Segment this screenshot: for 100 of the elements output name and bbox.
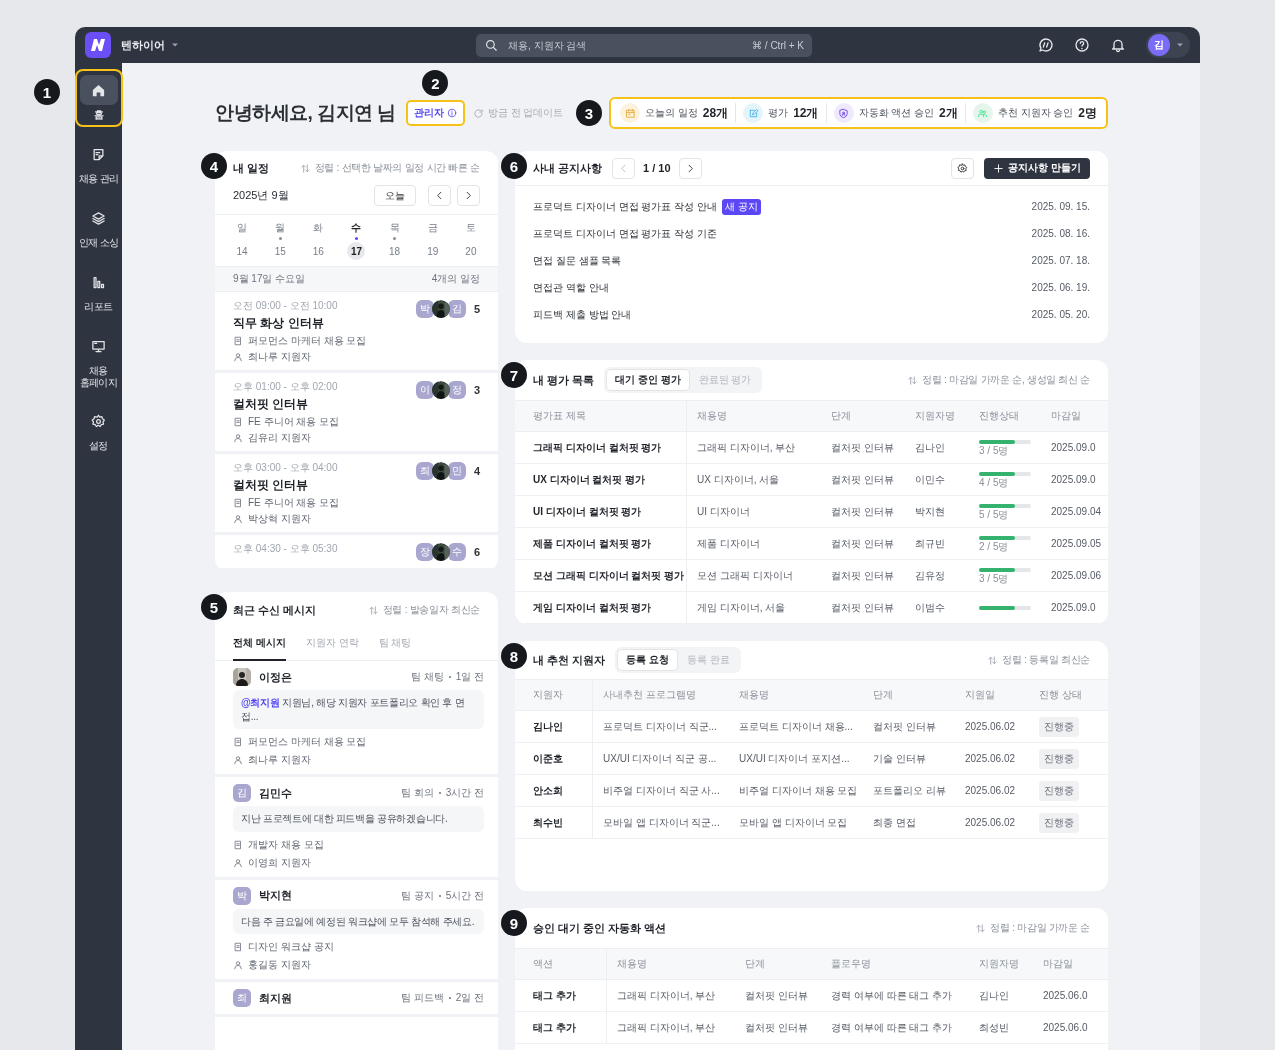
table-cell[interactable]: 모션 그래픽 디자이너 컬처핏 평가 xyxy=(515,560,687,592)
table-cell[interactable]: 안소희 xyxy=(515,775,593,807)
table-cell[interactable]: 김나인 xyxy=(515,711,593,743)
notice-title[interactable]: 프로덕트 디자이너 면접 평가표 작성 안내 xyxy=(533,199,717,214)
callout-number: 4 xyxy=(201,153,227,179)
event-title[interactable]: 컬처핏 인터뷰 xyxy=(233,396,416,413)
avatar: 민 xyxy=(447,462,466,480)
table-cell: 최규빈 xyxy=(905,528,969,560)
calendar-day[interactable]: 20 xyxy=(461,242,480,260)
table-cell[interactable]: 그래픽 디자이너 컬처핏 평가 xyxy=(515,432,687,464)
sidebar-item[interactable]: 채용 관리 xyxy=(75,133,123,191)
settings-icon xyxy=(91,413,106,429)
notification-button[interactable] xyxy=(1110,37,1126,53)
status-badge: 진행중 xyxy=(1039,780,1079,801)
logo-icon[interactable] xyxy=(85,32,111,58)
table-cell: 김유정 xyxy=(905,560,969,592)
callout-number: 8 xyxy=(501,643,527,669)
sender-name: 이정은 xyxy=(259,669,292,685)
sidebar-item[interactable]: 리포트 xyxy=(75,261,123,319)
calendar-day[interactable]: 17 xyxy=(347,242,366,260)
table-cell: 2025.09.04 xyxy=(1041,496,1108,528)
chat-button[interactable] xyxy=(1038,37,1054,53)
sort-label: 정렬 : 발송일자 최신순 xyxy=(382,603,480,617)
stat-label: 평가 xyxy=(768,106,789,120)
event-title[interactable]: 컬처핏 인터뷰 xyxy=(233,477,416,494)
table-cell[interactable]: UX 디자이너 컬처핏 평가 xyxy=(515,464,687,496)
settings-button[interactable] xyxy=(951,157,975,179)
table-cell: 포트폴리오 리뷰 xyxy=(863,775,955,807)
table-cell[interactable]: 태그 추가 xyxy=(515,980,607,1012)
table-cell: 2025.09.06 xyxy=(1041,560,1108,592)
sidebar-item[interactable]: 홈 xyxy=(75,69,123,127)
table-cell: 경력 여부에 따른 태그 추가 xyxy=(821,1012,969,1044)
table-cell[interactable]: 게임 디자이너 컬처핏 평가 xyxy=(515,592,687,624)
calendar-day[interactable]: 16 xyxy=(309,242,328,260)
search-field[interactable]: 채용, 지원자 검색 xyxy=(506,32,745,58)
notice-title[interactable]: 면접관 역할 안내 xyxy=(533,280,609,295)
callout-number: 1 xyxy=(34,79,60,105)
table-cell: 2025.09.05 xyxy=(1041,528,1108,560)
notice-title[interactable]: 프로덕트 디자이너 면접 평가표 작성 기준 xyxy=(533,226,717,241)
sort-icon xyxy=(299,162,311,174)
month-label: 2025년 9월 xyxy=(233,188,289,203)
table-cell: 컬처핏 인터뷰 xyxy=(821,464,905,496)
document-icon xyxy=(233,417,243,427)
stat-value: 12개 xyxy=(793,104,819,122)
calendar-day[interactable]: 18 xyxy=(385,242,404,260)
table-cell[interactable]: 태그 추가 xyxy=(515,1012,607,1044)
sidebar-item[interactable]: 인재 소싱 xyxy=(75,197,123,255)
callout-number: 6 xyxy=(501,153,527,179)
calendar-day[interactable]: 14 xyxy=(233,242,252,260)
table-cell: 컬처핏 인터뷰 xyxy=(863,711,955,743)
notice-title[interactable]: 면접 질문 샘플 목록 xyxy=(533,253,622,268)
person-icon xyxy=(233,352,243,362)
message-tab[interactable]: 전체 메시지 xyxy=(233,628,286,661)
help-button[interactable] xyxy=(1074,37,1090,53)
sidebar-item[interactable]: 채용 홈페이지 xyxy=(75,325,123,394)
calendar-day[interactable]: 19 xyxy=(423,242,442,260)
table-cell: 모바일 앱 디자이너 모집 xyxy=(729,807,863,839)
message-preview[interactable]: @최지원 지원님, 해당 지원자 포트폴리오 확인 후 면접... xyxy=(233,690,484,729)
user-avatar[interactable]: 김 xyxy=(1148,34,1170,56)
message-preview[interactable]: 지난 프로젝트에 대한 피드백을 공유하겠습니다. xyxy=(233,806,484,832)
avatar: 이 xyxy=(415,381,434,399)
card-title: 내 평가 목록 xyxy=(533,372,595,388)
sort-icon xyxy=(975,922,987,934)
today-button[interactable]: 오늘 xyxy=(374,185,416,206)
candidate-name: 최나루 지원자 xyxy=(248,753,311,767)
table-cell: 2025.06.02 xyxy=(955,775,1029,807)
document-icon xyxy=(233,737,243,747)
table-cell: 2025.06.02 xyxy=(955,743,1029,775)
sidebar-item[interactable]: 설정 xyxy=(75,400,123,458)
column-header: 단계 xyxy=(735,948,821,980)
stat-label: 추천 지원자 승인 xyxy=(997,106,1074,120)
progress-bar xyxy=(979,567,1031,572)
table-cell[interactable]: 제품 디자이너 컬처핏 평가 xyxy=(515,528,687,560)
progress-text: 4 / 5명 xyxy=(979,477,1009,488)
filter-tab[interactable]: 대기 중인 평가 xyxy=(606,369,690,391)
table-cell[interactable]: 최수빈 xyxy=(515,807,593,839)
table-cell[interactable]: 이준호 xyxy=(515,743,593,775)
filter-tab[interactable]: 등록 요청 xyxy=(617,649,678,671)
event-title[interactable]: 직무 화상 인터뷰 xyxy=(233,315,416,332)
create-notice-button[interactable]: 공지사항 만들기 xyxy=(984,157,1090,179)
avatar: 박 xyxy=(415,300,434,318)
card-title: 승인 대기 중인 자동화 액션 xyxy=(533,920,667,936)
event-time: 오후 01:00 - 오후 02:00 xyxy=(233,380,339,394)
search-icon xyxy=(484,38,498,52)
settings-icon xyxy=(957,162,969,174)
calendar-day[interactable]: 15 xyxy=(271,242,290,260)
weekday-label: 월 xyxy=(275,221,286,235)
table-cell[interactable]: UI 디자이너 컬처핏 평가 xyxy=(515,496,687,528)
chat-icon xyxy=(1038,37,1054,53)
column-header: 지원자 xyxy=(515,679,593,711)
progress-bar xyxy=(979,439,1031,444)
company-name[interactable]: 텐하이어 xyxy=(121,37,165,53)
column-header: 액션 xyxy=(515,948,607,980)
message-preview[interactable]: 다음 주 금요일에 예정된 워크샵에 모두 참석해 주세요. xyxy=(233,908,484,934)
person-icon xyxy=(233,433,243,443)
notice-title[interactable]: 피드백 제출 방법 안내 xyxy=(533,307,632,322)
candidate-name: 최나루 지원자 xyxy=(248,350,311,364)
search-bar[interactable]: 채용, 지원자 검색 ⌘ / Ctrl + K xyxy=(476,33,812,57)
table-cell: 경력 여부에 따른 태그 추가 xyxy=(821,980,969,1012)
column-header: 지원자명 xyxy=(905,400,969,432)
